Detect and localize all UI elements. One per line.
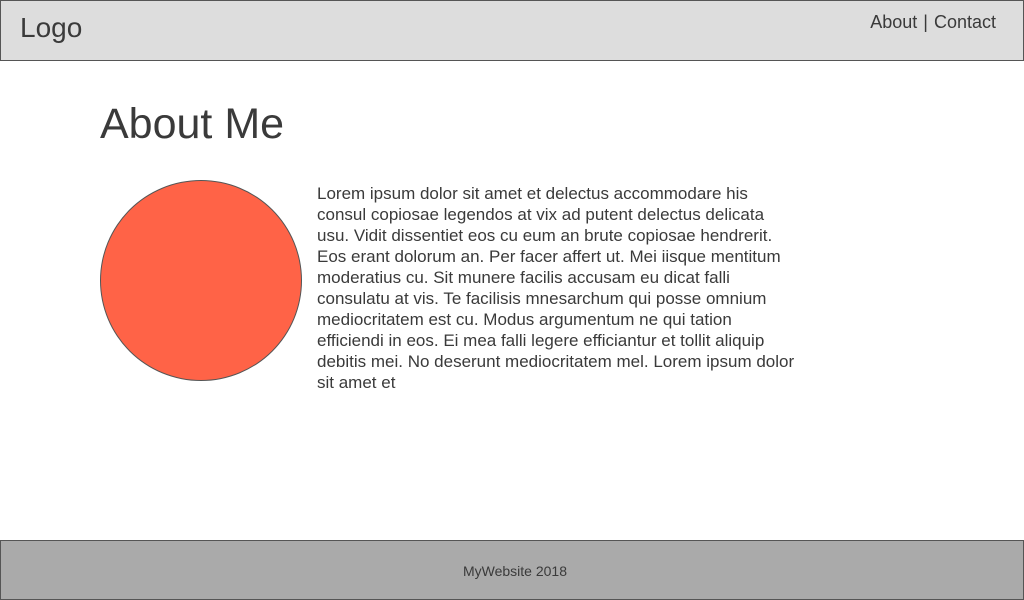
site-header: Logo About | Contact <box>0 0 1024 61</box>
nav-link-contact[interactable]: Contact <box>934 12 996 32</box>
main-nav: About | Contact <box>870 12 996 33</box>
nav-link-about[interactable]: About <box>870 12 917 32</box>
avatar-circle <box>100 180 302 381</box>
page-title: About Me <box>100 100 285 148</box>
bio-text: Lorem ipsum dolor sit amet et delectus a… <box>317 184 795 392</box>
nav-separator: | <box>923 12 928 32</box>
logo[interactable]: Logo <box>20 12 82 44</box>
footer-text: MyWebsite 2018 <box>462 563 567 579</box>
site-footer: MyWebsite 2018 <box>0 540 1024 600</box>
